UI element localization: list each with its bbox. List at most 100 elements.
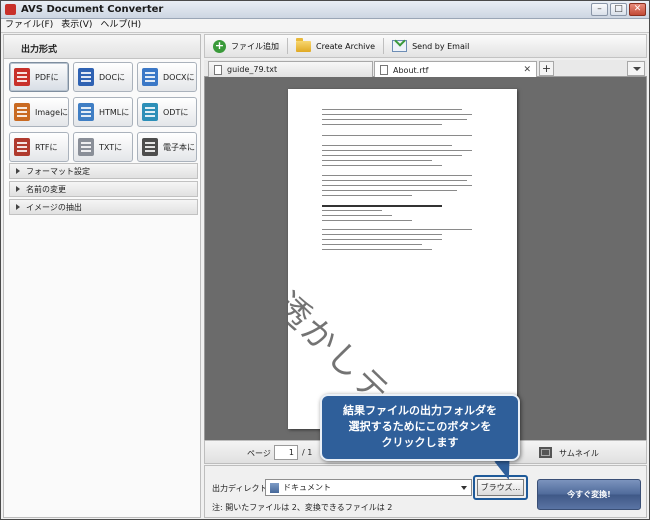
expand-arrow-icon [16, 168, 20, 174]
page-label: ページ [247, 449, 271, 458]
panel-header: 出力形式 [4, 35, 200, 59]
format-icon [142, 103, 158, 121]
format-icon [78, 103, 94, 121]
format-icon [142, 68, 158, 86]
close-tab-icon[interactable]: ✕ [523, 65, 531, 75]
format-label: Imageに [35, 107, 69, 117]
send-by-email-label: Send by Email [412, 41, 470, 51]
window-title: AVS Document Converter [21, 4, 164, 15]
thumbnails-icon[interactable] [539, 447, 552, 458]
output-dir-select[interactable]: ドキュメント [265, 479, 472, 496]
minimize-button[interactable]: – [591, 3, 608, 16]
page-number-input[interactable]: 1 [274, 445, 298, 460]
text-line [322, 119, 467, 120]
format-button[interactable]: ODTに [137, 97, 197, 127]
menu-file[interactable]: ファイル(F) [5, 19, 53, 32]
add-tab-button[interactable]: + [539, 61, 554, 76]
file-count-note: 注: 開いたファイルは 2、変換できるファイルは 2 [212, 503, 393, 512]
format-icon [14, 138, 30, 156]
text-line [322, 190, 457, 191]
text-line [322, 135, 472, 136]
title-bar: AVS Document Converter – □ ✕ [1, 1, 649, 19]
tab-label: About.rtf [393, 65, 429, 75]
text-line [322, 155, 462, 156]
output-panel: 出力ディレクトリ: ドキュメント ブラウズ... 今すぐ変換! 注: 開いたファ… [204, 465, 647, 518]
format-button[interactable]: PDFに [9, 62, 69, 92]
format-label: ODTに [163, 107, 189, 117]
format-icon [14, 68, 30, 86]
format-label: TXTに [99, 142, 123, 152]
section-format-settings[interactable]: フォーマット設定 [9, 163, 198, 179]
text-line [322, 234, 442, 235]
tab-guide[interactable]: guide_79.txt [208, 61, 373, 77]
text-line [322, 210, 382, 211]
close-button[interactable]: ✕ [629, 3, 646, 16]
tab-about[interactable]: About.rtf ✕ [374, 61, 537, 78]
maximize-button[interactable]: □ [610, 3, 627, 16]
app-window: AVS Document Converter – □ ✕ ファイル(F) 表示(… [0, 0, 650, 520]
section-rename[interactable]: 名前の変更 [9, 181, 198, 197]
document-icon [380, 65, 388, 75]
format-icon [78, 68, 94, 86]
add-files-label: ファイル追加 [231, 41, 279, 51]
menu-view[interactable]: 表示(V) [61, 19, 92, 32]
toolbar: + ファイル追加 Create Archive Send by Email [204, 34, 647, 58]
text-line [322, 195, 412, 196]
documents-folder-icon [270, 482, 279, 493]
help-callout: 結果ファイルの出力フォルダを 選択するためにこのボタンを クリックします [320, 394, 520, 461]
format-label: RTFに [35, 142, 58, 152]
text-line [322, 124, 442, 125]
format-button[interactable]: DOCXに [137, 62, 197, 92]
format-button[interactable]: TXTに [73, 132, 133, 162]
convert-now-button[interactable]: 今すぐ変換! [537, 479, 641, 510]
menu-help[interactable]: ヘルプ(H) [100, 19, 141, 32]
text-line [322, 160, 432, 161]
window-controls: – □ ✕ [591, 3, 646, 16]
output-dir-value: ドキュメント [283, 483, 331, 492]
text-line [322, 175, 472, 176]
format-button[interactable]: DOCに [73, 62, 133, 92]
format-icon [78, 138, 94, 156]
text-line [322, 114, 472, 115]
text-line [322, 145, 452, 146]
add-files-button[interactable]: + ファイル追加 [205, 35, 287, 57]
format-label: 電子本に [163, 142, 195, 152]
expand-arrow-icon [16, 204, 20, 210]
document-icon [214, 64, 222, 75]
send-by-email-button[interactable]: Send by Email [384, 35, 477, 57]
format-label: DOCに [99, 72, 126, 82]
format-button[interactable]: RTFに [9, 132, 69, 162]
text-line [322, 249, 432, 250]
format-button[interactable]: 電子本に [137, 132, 197, 162]
section-extract-images[interactable]: イメージの抽出 [9, 199, 198, 215]
chevron-down-icon [461, 486, 467, 490]
format-label: PDFに [35, 72, 59, 82]
text-line [322, 229, 472, 230]
section-label: イメージの抽出 [26, 202, 82, 212]
tab-list-dropdown[interactable] [627, 61, 645, 76]
thumbnails-label[interactable]: サムネイル [559, 448, 599, 459]
text-line [322, 180, 467, 181]
expand-arrow-icon [16, 186, 20, 192]
output-format-panel: 出力形式 PDFに DOCに DOCXに Imageに HTMLに ODTに RTFに TXT… [3, 34, 201, 518]
format-label: DOCXに [163, 72, 195, 82]
tab-label: guide_79.txt [227, 65, 278, 74]
format-button[interactable]: HTMLに [73, 97, 133, 127]
email-icon [392, 40, 408, 52]
create-archive-label: Create Archive [316, 41, 376, 51]
document-preview: 透かしテキスト [204, 77, 647, 440]
app-icon [5, 4, 16, 15]
format-button[interactable]: Imageに [9, 97, 69, 127]
create-archive-button[interactable]: Create Archive [288, 35, 383, 57]
callout-line: クリックします [381, 436, 459, 449]
format-label: HTMLに [99, 107, 130, 117]
callout-line: 結果ファイルの出力フォルダを [343, 404, 497, 417]
text-line [322, 220, 412, 221]
menu-bar: ファイル(F) 表示(V) ヘルプ(H) [1, 19, 649, 33]
section-label: 名前の変更 [26, 184, 66, 194]
page-total: / 1 [302, 448, 313, 457]
text-line [322, 185, 472, 186]
folder-icon [296, 37, 311, 52]
add-icon: + [213, 38, 226, 53]
text-line [322, 239, 442, 240]
